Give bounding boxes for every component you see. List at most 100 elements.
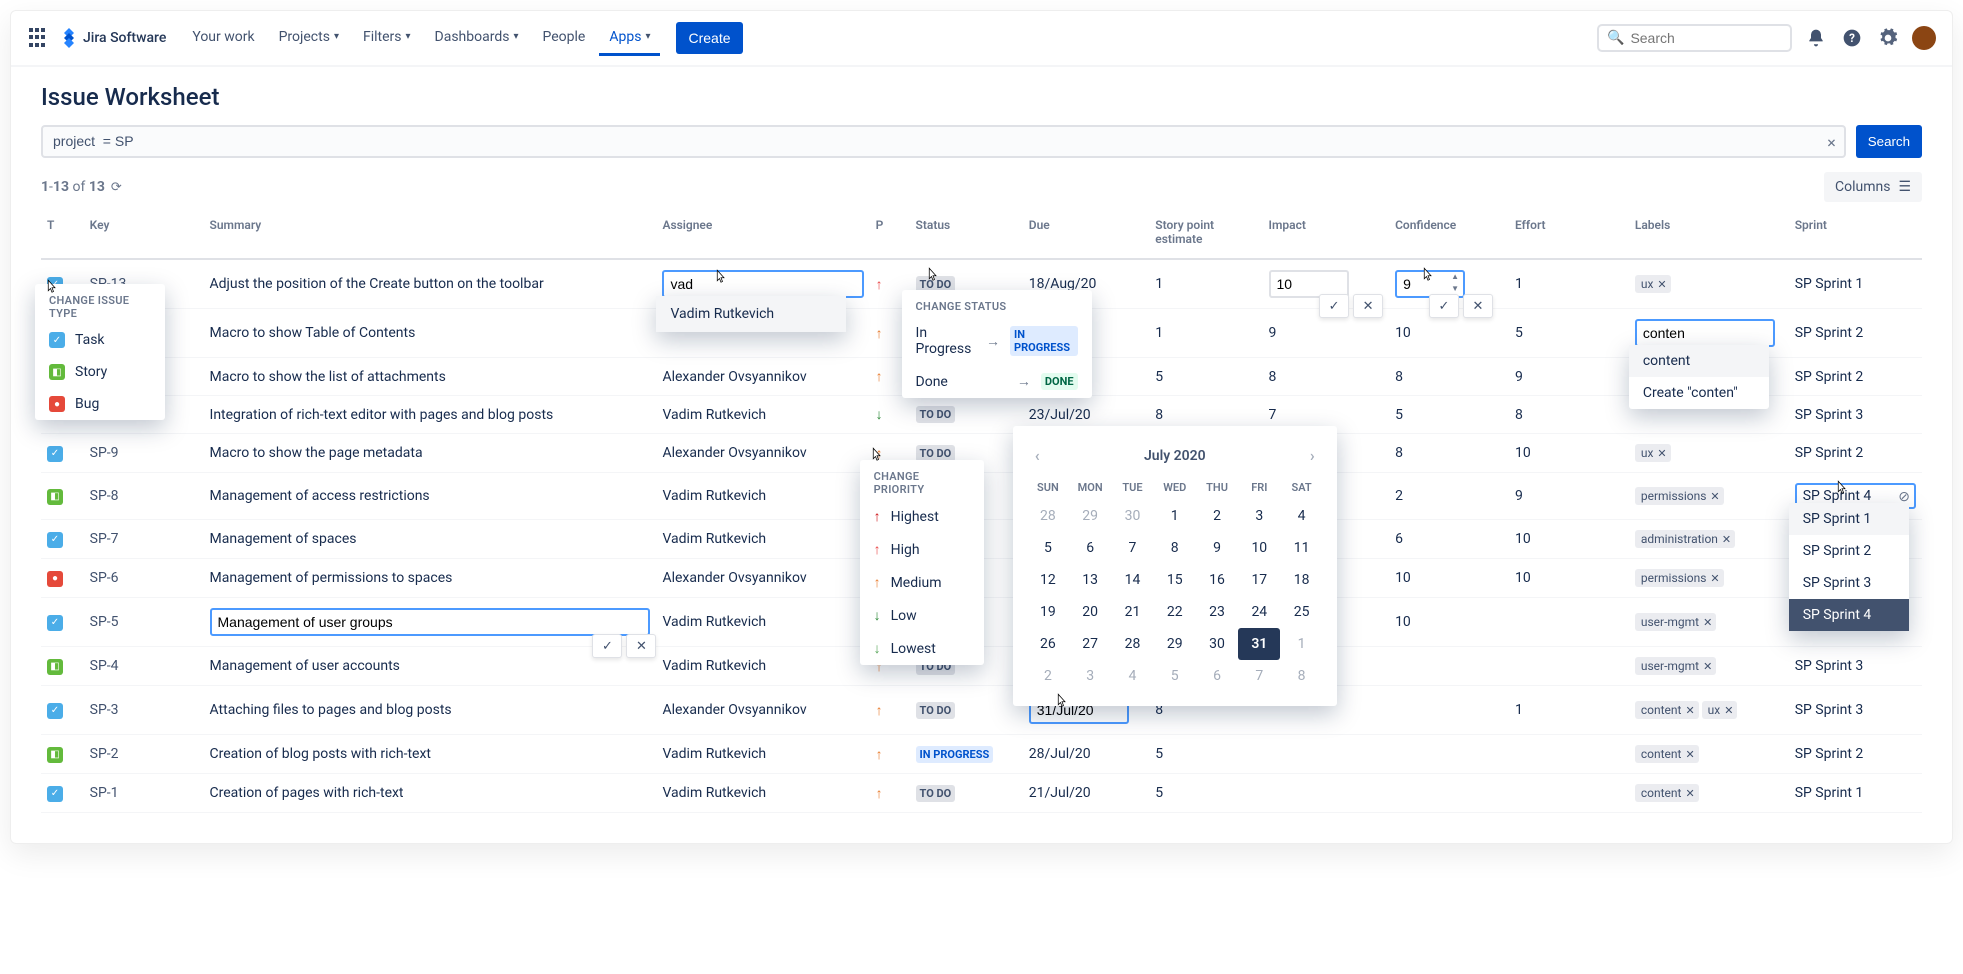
effort-text[interactable]: 10 (1515, 570, 1531, 586)
calendar-day[interactable]: 30 (1196, 628, 1238, 660)
label-tag[interactable]: permissions✕ (1635, 487, 1724, 505)
header-storypoints[interactable]: Story point estimate (1149, 210, 1262, 259)
header-type[interactable]: T (41, 210, 84, 259)
issue-key-link[interactable]: SP-8 (90, 488, 119, 504)
issue-key-link[interactable]: SP-9 (90, 445, 119, 461)
story-points-text[interactable]: 5 (1155, 785, 1163, 801)
summary-text[interactable]: Management of spaces (210, 531, 357, 547)
summary-text[interactable]: Management of permissions to spaces (210, 570, 453, 586)
calendar-day[interactable]: 22 (1154, 596, 1196, 628)
priority-option[interactable]: ↓Lowest (860, 632, 984, 665)
effort-text[interactable]: 10 (1515, 445, 1531, 461)
calendar-day[interactable]: 12 (1027, 564, 1069, 596)
issue-key-link[interactable]: SP-7 (90, 531, 119, 547)
assignee-option[interactable]: Vadim Rutkevich (656, 296, 846, 332)
priority-lowest-icon[interactable]: ↓ (874, 640, 881, 657)
sprint-option[interactable]: SP Sprint 3 (1789, 567, 1909, 599)
header-due[interactable]: Due (1023, 210, 1150, 259)
label-tag[interactable]: ux✕ (1635, 444, 1671, 462)
calendar-day[interactable]: 9 (1196, 532, 1238, 564)
confirm-button[interactable]: ✓ (1429, 294, 1459, 318)
sprint-text[interactable]: SP Sprint 3 (1795, 407, 1864, 423)
sprint-text[interactable]: SP Sprint 3 (1795, 658, 1864, 674)
due-date-text[interactable]: 28/Jul/20 (1029, 746, 1091, 762)
sprint-text[interactable]: SP Sprint 2 (1795, 325, 1864, 341)
step-up-icon[interactable]: ▲ (1447, 272, 1463, 284)
assignee-text[interactable]: Alexander Ovsyannikov (662, 570, 806, 586)
priority-low-icon[interactable]: ↓ (876, 407, 883, 423)
assignee-text[interactable]: Alexander Ovsyannikov (662, 702, 806, 718)
issue-key-link[interactable]: SP-5 (90, 614, 119, 630)
calendar-day[interactable]: 29 (1154, 628, 1196, 660)
calendar-day[interactable]: 20 (1069, 596, 1111, 628)
assignee-text[interactable]: Alexander Ovsyannikov (662, 445, 806, 461)
summary-text[interactable]: Management of access restrictions (210, 488, 430, 504)
effort-text[interactable]: 5 (1515, 325, 1523, 341)
calendar-day[interactable]: 28 (1111, 628, 1153, 660)
remove-label-icon[interactable]: ✕ (1724, 704, 1733, 717)
calendar-day[interactable]: 8 (1154, 532, 1196, 564)
label-tag[interactable]: user-mgmt✕ (1635, 657, 1716, 675)
priority-option[interactable]: ↑High (860, 533, 984, 566)
sprint-text[interactable]: SP Sprint 2 (1795, 746, 1864, 762)
calendar-day[interactable]: 31 (1238, 628, 1280, 660)
assignee-text[interactable]: Vadim Rutkevich (662, 614, 766, 630)
calendar-day[interactable]: 13 (1069, 564, 1111, 596)
nav-projects[interactable]: Projects▾ (269, 21, 349, 56)
summary-text[interactable]: Creation of pages with rich-text (210, 785, 404, 801)
label-option[interactable]: Create "conten" (1629, 377, 1769, 409)
columns-button[interactable]: Columns ☰ (1824, 172, 1922, 202)
task-icon[interactable]: ✓ (47, 703, 63, 719)
calendar-day[interactable]: 5 (1027, 532, 1069, 564)
issue-key-link[interactable]: SP-6 (90, 570, 119, 586)
number-stepper[interactable]: ▲▼ (1447, 272, 1463, 296)
story-points-text[interactable]: 5 (1155, 746, 1163, 762)
confidence-text[interactable]: 8 (1395, 445, 1403, 461)
header-key[interactable]: Key (84, 210, 204, 259)
label-option[interactable]: content (1629, 345, 1769, 377)
story-points-text[interactable]: 8 (1155, 407, 1163, 423)
remove-label-icon[interactable]: ✕ (1685, 704, 1694, 717)
effort-text[interactable]: 10 (1515, 531, 1531, 547)
status-lozenge[interactable]: TO DO (916, 785, 956, 802)
assignee-text[interactable]: Vadim Rutkevich (662, 407, 766, 423)
status-lozenge[interactable]: TO DO (916, 445, 956, 462)
summary-text[interactable]: Integration of rich-text editor with pag… (210, 407, 554, 423)
nav-dashboards[interactable]: Dashboards▾ (425, 21, 529, 56)
issue-key-link[interactable]: SP-1 (90, 785, 119, 801)
task-icon[interactable]: ✓ (47, 446, 63, 462)
cancel-button[interactable]: ✕ (626, 634, 656, 658)
impact-text[interactable]: 8 (1269, 369, 1277, 385)
calendar-day[interactable]: 7 (1111, 532, 1153, 564)
confidence-text[interactable]: 8 (1395, 369, 1403, 385)
header-priority[interactable]: P (870, 210, 910, 259)
effort-text[interactable]: 9 (1515, 369, 1523, 385)
bug-icon[interactable]: ● (47, 571, 63, 587)
calendar-day[interactable]: 4 (1280, 500, 1322, 532)
calendar-day[interactable]: 21 (1111, 596, 1153, 628)
label-tag[interactable]: content✕ (1635, 745, 1699, 763)
task-icon[interactable]: ✓ (49, 332, 65, 348)
header-impact[interactable]: Impact (1263, 210, 1390, 259)
priority-low-icon[interactable]: ↓ (874, 607, 881, 624)
help-icon[interactable]: ? (1840, 26, 1864, 50)
confirm-button[interactable]: ✓ (592, 634, 622, 658)
nav-filters[interactable]: Filters▾ (353, 21, 421, 56)
assignee-edit-input[interactable] (662, 270, 863, 298)
calendar-day-other[interactable]: 8 (1280, 660, 1322, 692)
calendar-day-other[interactable]: 5 (1154, 660, 1196, 692)
assignee-text[interactable]: Vadim Rutkevich (662, 658, 766, 674)
status-lozenge[interactable]: TO DO (916, 406, 956, 423)
calendar-day-other[interactable]: 4 (1111, 660, 1153, 692)
sprint-option[interactable]: SP Sprint 1 (1789, 503, 1909, 535)
notifications-icon[interactable] (1804, 26, 1828, 50)
priority-medium-icon[interactable]: ↑ (876, 786, 883, 802)
label-tag[interactable]: permissions✕ (1635, 569, 1724, 587)
priority-medium-icon[interactable]: ↑ (874, 574, 881, 591)
confidence-text[interactable]: 2 (1395, 488, 1403, 504)
issue-key-link[interactable]: SP-3 (90, 702, 119, 718)
impact-text[interactable]: 7 (1269, 407, 1277, 423)
issue-key-link[interactable]: SP-4 (90, 658, 119, 674)
priority-high-icon[interactable]: ↑ (874, 541, 881, 558)
remove-label-icon[interactable]: ✕ (1703, 660, 1712, 673)
